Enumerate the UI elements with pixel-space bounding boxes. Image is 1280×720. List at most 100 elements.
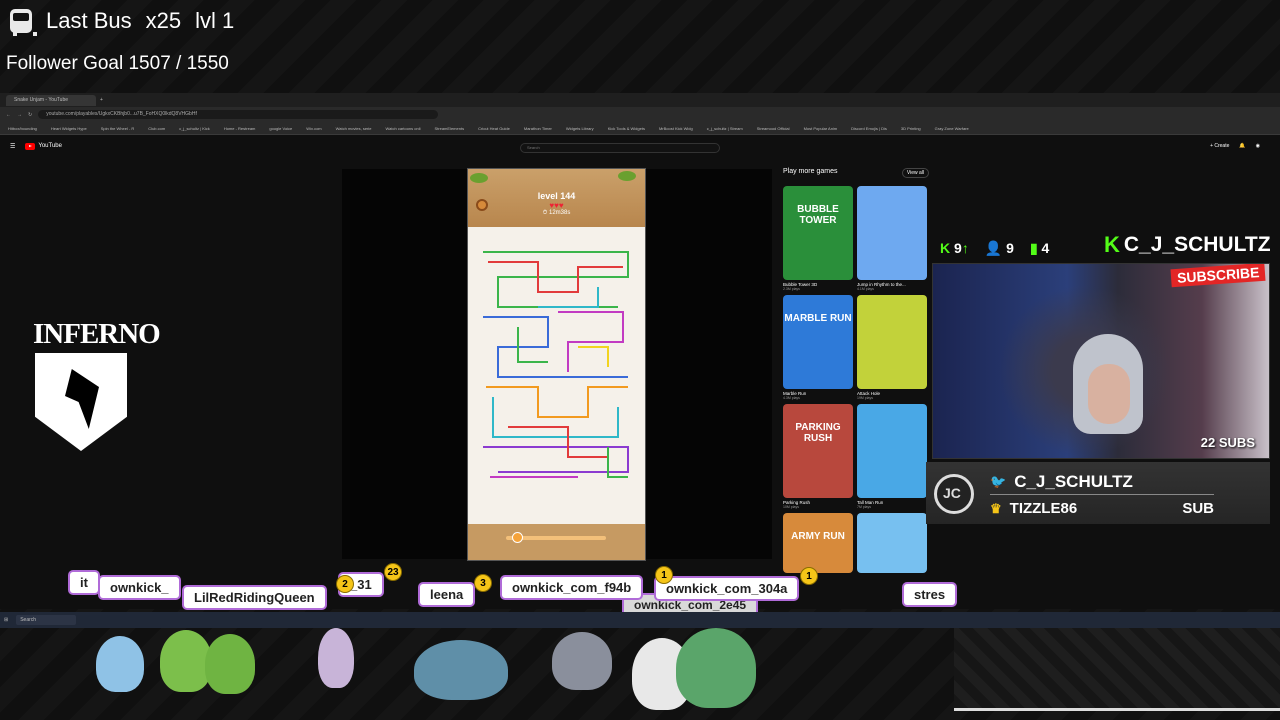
creature-sprite (676, 628, 756, 708)
info-divider (990, 494, 1214, 495)
bookmark-item[interactable]: Spin the Wheel - R (101, 126, 135, 131)
game-plays: 7M plays (857, 505, 872, 509)
back-icon[interactable]: ← (6, 112, 11, 118)
bookmark-item[interactable]: StreamElements (435, 126, 465, 131)
leaf-decoration (618, 171, 636, 181)
bookmark-item[interactable]: Hitbox/bounding (8, 126, 37, 131)
game-timer: ⏱ 12m38s (542, 210, 571, 216)
bus-title: Last Bus (46, 8, 132, 33)
chatters-stat: ▮ 4 (1029, 240, 1050, 256)
follower-goal: Follower Goal 1507 / 1550 (6, 53, 229, 74)
game-plays: 10M plays (783, 505, 799, 509)
more-games-heading: Play more games (783, 168, 838, 175)
bookmarks-bar: Hitbox/bounding Heart Widgets Hype Spin th… (0, 122, 1280, 135)
bookmark-item[interactable]: Cricut Heat Guide (478, 126, 510, 131)
bookmark-item[interactable]: Heart Widgets Hype (51, 126, 87, 131)
chat-name-tag: ownkick_ (100, 577, 179, 598)
game-card[interactable]: Attack Hole 19M plays (857, 295, 927, 400)
youtube-logo-text: YouTube (38, 143, 62, 149)
kick-icon: K (940, 240, 951, 256)
zoom-slider-handle[interactable] (512, 532, 523, 543)
game-plays: 4.1M plays (857, 287, 874, 291)
game-card[interactable]: Tall Man Run 7M plays (857, 404, 927, 509)
zoom-slider-area (468, 524, 645, 560)
game-card[interactable]: PARKING RUSH Parking Rush 10M plays (783, 404, 853, 509)
corner-pattern (954, 628, 1280, 708)
lives-hearts: ♥♥♥ (549, 201, 564, 210)
bookmark-item[interactable]: MrBoost Kick Widg (659, 126, 693, 131)
webcam-feed: SUBSCRIBE 22 SUBS (932, 263, 1270, 459)
game-thumbnail: PARKING RUSH (783, 404, 853, 498)
channel-label: K C_J_SCHULTZ (1104, 232, 1271, 258)
game-plays: 2.3M plays (783, 287, 800, 291)
bars-icon: ▮ (1029, 240, 1038, 256)
chat-name-tag: ownkick_com_f94b (502, 577, 642, 598)
game-plays: 19M plays (857, 396, 873, 400)
bookmark-item[interactable]: Home - Restream (224, 126, 256, 131)
youtube-logo[interactable]: YouTube (25, 142, 62, 150)
viewers-stat: 👤 9 (984, 240, 1014, 256)
search-input[interactable]: Search (520, 143, 720, 153)
subscribe-sign: SUBSCRIBE (1170, 264, 1266, 288)
creature-sprite (318, 628, 354, 688)
address-input[interactable]: youtube.com/playables/UgkxCKBhjb0...u7B_… (38, 110, 439, 119)
chat-badge: 1 (800, 567, 818, 585)
crown-icon: ♛ (990, 500, 1002, 516)
game-card[interactable]: Jump in Rhythm to the... 4.1M plays (857, 186, 927, 291)
stream-info-bar: 🐦 C_J_SCHULTZ ♛ TIZZLE86 SUB (926, 462, 1270, 524)
twitter-icon: 🐦 (990, 474, 1007, 489)
bookmark-item[interactable]: Wix.com (306, 126, 321, 131)
subs-count: 22 SUBS (1200, 435, 1255, 450)
game-card[interactable]: BUBBLE TOWER Bubble Tower 3D 2.3M plays (783, 186, 853, 291)
windows-start-icon[interactable]: ⊞ (4, 617, 8, 623)
game-thumbnail: MARBLE RUN (783, 295, 853, 389)
game-thumbnail: BUBBLE TOWER (783, 186, 853, 280)
bookmark-item[interactable]: Widgets Library (566, 126, 594, 131)
bookmark-item[interactable]: Discord Emojis | Dis (851, 126, 887, 131)
bookmark-item[interactable]: c_j_schultz | Kick (179, 126, 210, 131)
bookmark-item[interactable]: Marathon Timer (524, 126, 552, 131)
streamer-face (1088, 364, 1130, 424)
chat-name-tag: stres (904, 584, 956, 605)
create-button[interactable]: + Create (1210, 143, 1229, 149)
menu-icon[interactable]: ☰ (10, 143, 15, 150)
latest-sub-line: ♛ TIZZLE86 (990, 500, 1077, 517)
chat-badge: 1 (655, 566, 673, 584)
snake-maze[interactable] (478, 247, 636, 487)
overlay-line (954, 708, 1280, 711)
bookmark-item[interactable]: Streamood Official (757, 126, 790, 131)
chat-name-tags: it ownkick_ LilRedRidingQueen 2 _31 23 leena 3 o… (0, 562, 960, 615)
view-all-button[interactable]: View all (901, 168, 929, 178)
settings-gear-icon[interactable] (476, 199, 488, 211)
browser-tab[interactable]: Snake Unjam - YouTube (6, 94, 96, 106)
bookmark-item[interactable]: Club.com (148, 126, 165, 131)
team-logo-text: INFERNO (33, 318, 161, 350)
kick-logo-icon: K (1104, 232, 1120, 257)
bookmark-item[interactable]: Gray Zone Warfare (935, 126, 969, 131)
account-icon[interactable]: ◉ (1256, 143, 1260, 149)
bookmark-item[interactable]: Kick Tools & Widgets (608, 126, 645, 131)
bookmark-item[interactable]: c_j_schultz | Stream (707, 126, 743, 131)
snake-game[interactable]: level 144 ♥♥♥ ⏱ 12m38s (467, 168, 646, 561)
game-grid: BUBBLE TOWER Bubble Tower 3D 2.3M plays Jum… (783, 186, 929, 573)
new-tab-icon[interactable]: + (100, 97, 103, 103)
youtube-header-actions: + Create 🔔 ◉ (1210, 143, 1260, 149)
chat-badge: 2 (336, 575, 354, 593)
stream-overlay: Last Bus x25 lvl 1 Follower Goal 1507 / … (0, 0, 1280, 720)
bookmark-item[interactable]: Most Popular Anim (804, 126, 838, 131)
taskbar-search[interactable]: Search (16, 615, 77, 625)
pet-creatures-strip (0, 628, 960, 720)
url-bar: ← → ↻ youtube.com/playables/UgkxCKBhjb0.… (0, 107, 1280, 122)
bookmark-item[interactable]: google Voice (269, 126, 292, 131)
bookmark-item[interactable]: Watch movies, serie (336, 126, 372, 131)
reload-icon[interactable]: ↻ (28, 112, 32, 118)
bookmark-item[interactable]: 3D Printing (901, 126, 921, 131)
forward-icon[interactable]: → (17, 112, 22, 118)
leaf-decoration (470, 173, 488, 183)
creature-sprite (205, 634, 255, 694)
shield-lion-icon (35, 353, 127, 451)
bell-icon[interactable]: 🔔 (1239, 143, 1245, 149)
bookmark-item[interactable]: Watch cartoons onli (386, 126, 421, 131)
creature-sprite (414, 640, 508, 700)
game-card[interactable]: MARBLE RUN Marble Run 4.3M plays (783, 295, 853, 400)
